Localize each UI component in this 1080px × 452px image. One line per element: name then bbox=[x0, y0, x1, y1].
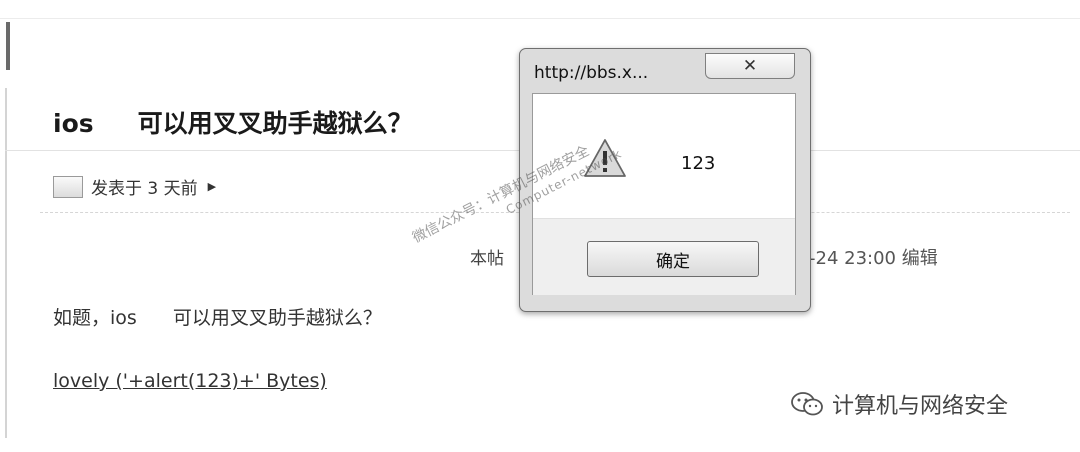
edit-notice: -24 23:00 编辑 bbox=[809, 248, 938, 269]
warning-icon bbox=[584, 139, 626, 177]
post-title-main: 可以用叉叉助手越狱么？ bbox=[137, 109, 413, 138]
top-divider bbox=[0, 18, 1080, 19]
dialog-message-area: 123 bbox=[533, 94, 795, 218]
post-title-prefix: ios bbox=[53, 109, 94, 138]
edit-notice-fragment: 本帖 bbox=[470, 249, 504, 269]
dialog-content: 123 确定 bbox=[532, 93, 796, 295]
ok-button[interactable]: 确定 bbox=[587, 241, 759, 277]
brand-label: 计算机与网络安全 bbox=[832, 394, 1009, 419]
close-button[interactable]: ✕ bbox=[705, 53, 795, 79]
dialog-button-area: 确定 bbox=[533, 218, 795, 295]
close-icon: ✕ bbox=[742, 56, 758, 76]
dialog-title: http://bbs.x... bbox=[534, 63, 649, 83]
alert-dialog: http://bbs.x... ✕ 123 确定 bbox=[519, 48, 811, 312]
caret-right-icon[interactable]: ▶ bbox=[208, 180, 216, 193]
dialog-message: 123 bbox=[681, 153, 716, 174]
dialog-titlebar: http://bbs.x... ✕ bbox=[520, 49, 810, 93]
xss-payload-link[interactable]: lovely ('+alert(123)+' Bytes) bbox=[53, 370, 327, 392]
post-date: 发表于 3 天前 bbox=[91, 179, 198, 199]
post-frame-border bbox=[5, 88, 7, 438]
left-accent-bar bbox=[6, 22, 10, 70]
post-body-prefix: 如题，ios bbox=[53, 307, 137, 329]
wechat-icon bbox=[791, 392, 823, 416]
avatar-icon bbox=[53, 175, 83, 198]
post-meta: 发表于 3 天前 ▶ bbox=[53, 174, 216, 199]
post-body: 如题，ios 可以用叉叉助手越狱么？ bbox=[53, 303, 382, 330]
brand-logo: 计算机与网络安全 bbox=[790, 388, 1008, 420]
post-title: ios 可以用叉叉助手越狱么？ bbox=[53, 104, 413, 140]
post-body-main: 可以用叉叉助手越狱么？ bbox=[172, 307, 382, 329]
